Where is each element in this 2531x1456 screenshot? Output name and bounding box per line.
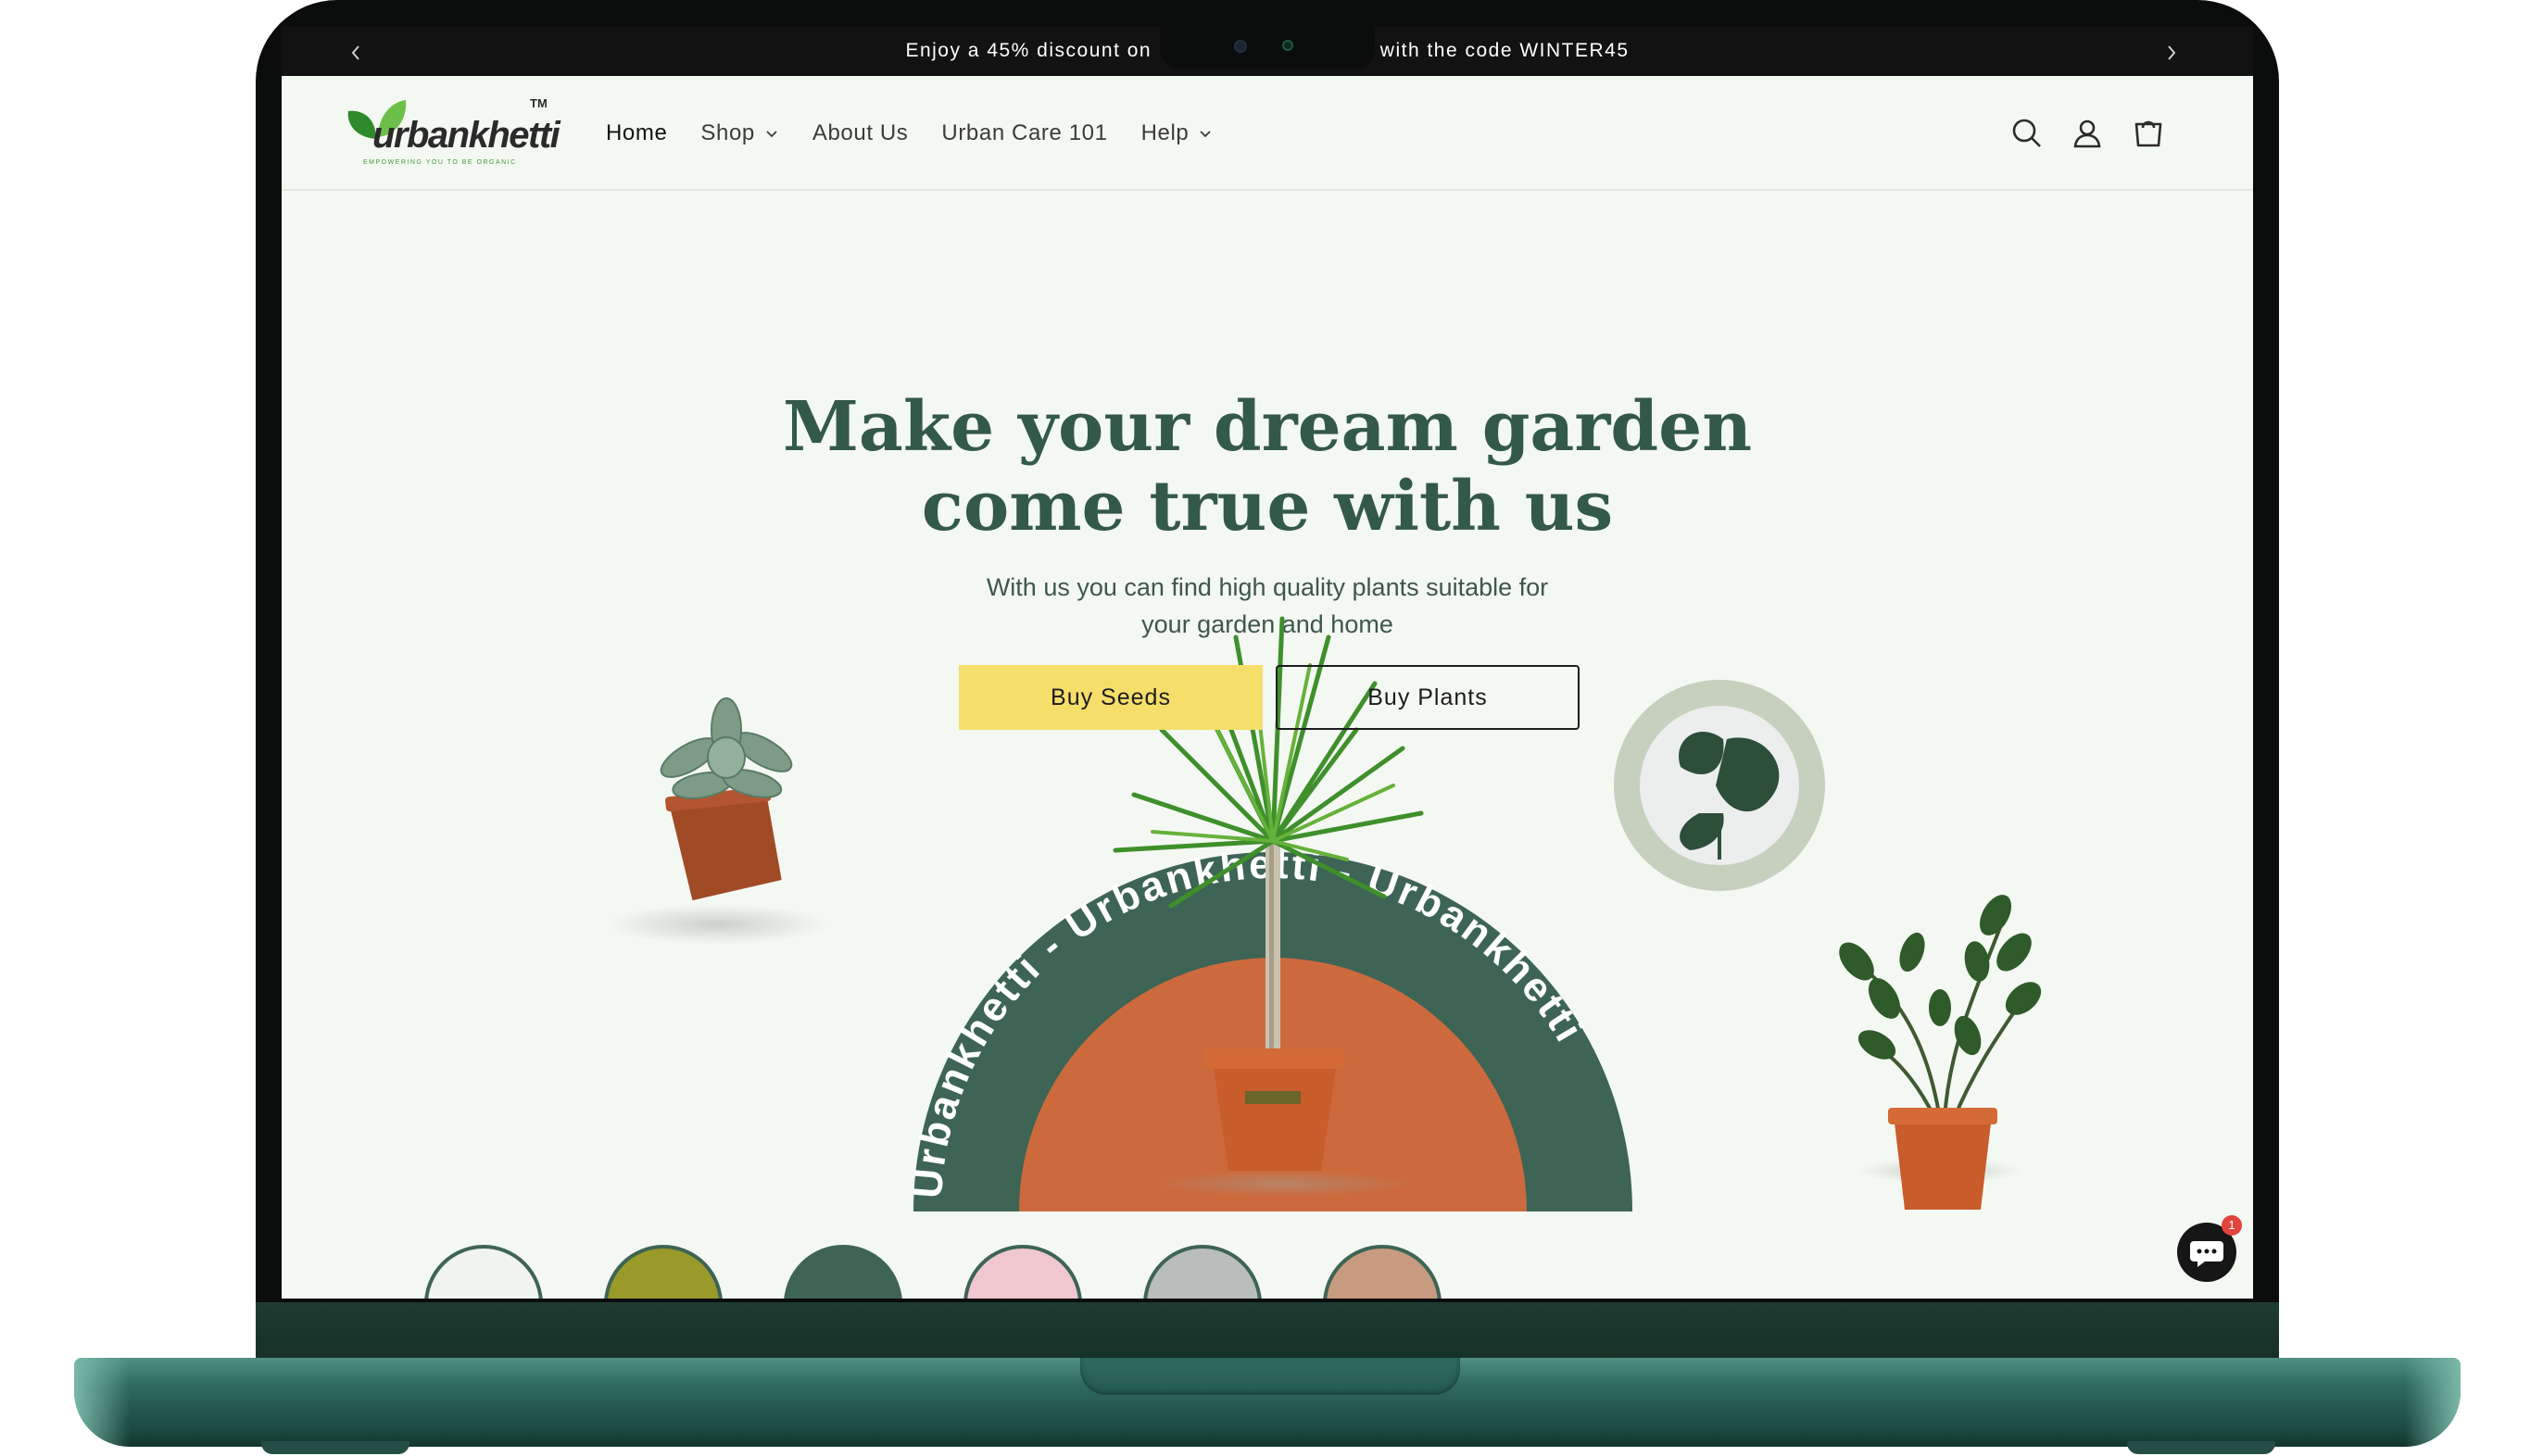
chat-notification-badge: 1 <box>2222 1215 2242 1236</box>
category-circles-row <box>424 1245 1442 1299</box>
buy-seeds-button[interactable]: Buy Seeds <box>959 665 1263 730</box>
hero-artwork: Urbankhetti - Urbankhetti - Urbankhetti <box>424 616 2042 1299</box>
laptop-foot-left <box>261 1441 409 1454</box>
laptop-lid-notch <box>1080 1358 1460 1395</box>
laptop-foot-right <box>2127 1441 2275 1454</box>
laptop-hinge <box>256 1302 2279 1358</box>
monstera-badge-image <box>1614 680 1825 891</box>
zz-plant-image <box>1839 895 2042 1210</box>
browser-screen: Enjoy a 45% discount on with the code WI… <box>282 26 2253 1299</box>
buy-plants-button[interactable]: Buy Plants <box>1276 665 1580 730</box>
chat-button[interactable]: 1 <box>2177 1215 2242 1282</box>
succulent-plant-image <box>606 697 828 945</box>
